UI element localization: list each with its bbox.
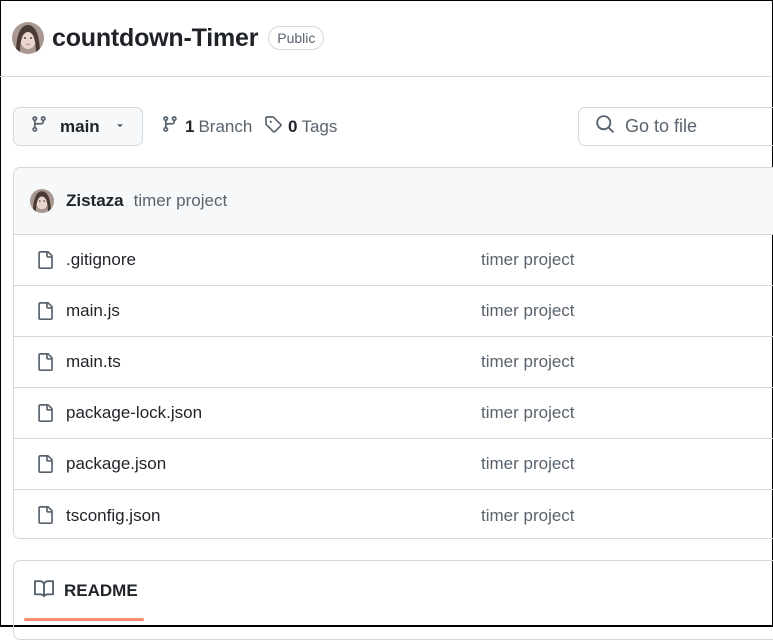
file-commit-message-link[interactable]: timer project (481, 403, 575, 423)
file-icon (36, 505, 54, 530)
file-list-box: Zistaza timer project .gitignore timer pr… (13, 167, 773, 539)
tags-link[interactable]: 0 Tags (264, 107, 337, 146)
search-icon (595, 114, 615, 139)
file-icon (36, 403, 54, 428)
owner-avatar[interactable] (12, 22, 44, 54)
readme-tab[interactable]: README (24, 561, 144, 621)
file-row[interactable]: .gitignore timer project (14, 235, 773, 286)
branches-link[interactable]: 1 Branch (161, 107, 252, 146)
file-commit-message-link[interactable]: timer project (481, 250, 575, 270)
file-name-link[interactable]: tsconfig.json (66, 506, 161, 526)
git-branch-icon (161, 115, 179, 138)
file-row[interactable]: package-lock.json timer project (14, 388, 773, 439)
branch-select-button[interactable]: main (13, 107, 143, 146)
readme-tab-underline (24, 618, 144, 621)
file-name-link[interactable]: .gitignore (66, 250, 136, 270)
header-divider (0, 76, 771, 77)
file-icon (36, 454, 54, 479)
branch-label: Branch (198, 116, 253, 136)
file-icon (36, 250, 54, 275)
commit-author-link[interactable]: Zistaza (66, 191, 124, 211)
commit-author-avatar[interactable] (30, 189, 54, 213)
file-icon (36, 301, 54, 326)
go-to-file-input[interactable]: Go to file (578, 107, 773, 146)
repo-header: countdown-Timer Public (12, 20, 325, 56)
file-name-link[interactable]: package-lock.json (66, 403, 202, 423)
file-rows: .gitignore timer project main.js timer proj… (14, 235, 773, 538)
readme-tab-label: README (64, 581, 138, 600)
tag-count: 0 (288, 116, 298, 136)
file-name-link[interactable]: main.js (66, 301, 120, 321)
visibility-badge: Public (268, 26, 325, 50)
file-row[interactable]: main.js timer project (14, 286, 773, 337)
file-name-link[interactable]: main.ts (66, 352, 121, 372)
go-to-file-placeholder: Go to file (625, 116, 698, 136)
branch-count: 1 (185, 116, 195, 136)
file-row[interactable]: main.ts timer project (14, 337, 773, 388)
file-name-link[interactable]: package.json (66, 454, 166, 474)
file-row[interactable]: package.json timer project (14, 439, 773, 490)
tag-label: Tags (301, 116, 338, 136)
file-commit-message-link[interactable]: timer project (481, 352, 575, 372)
file-icon (36, 352, 54, 377)
triangle-down-icon (114, 118, 126, 136)
latest-commit-bar: Zistaza timer project (14, 168, 773, 235)
file-row[interactable]: tsconfig.json timer project (14, 490, 773, 538)
book-icon (34, 579, 55, 604)
commit-message-link[interactable]: timer project (134, 191, 228, 211)
tag-icon (264, 115, 282, 138)
readme-box: README (13, 560, 773, 640)
file-commit-message-link[interactable]: timer project (481, 506, 575, 526)
file-commit-message-link[interactable]: timer project (481, 454, 575, 474)
repo-name-link[interactable]: countdown-Timer (52, 24, 258, 53)
file-commit-message-link[interactable]: timer project (481, 301, 575, 321)
branch-name: main (60, 116, 100, 136)
git-branch-icon (30, 115, 48, 138)
